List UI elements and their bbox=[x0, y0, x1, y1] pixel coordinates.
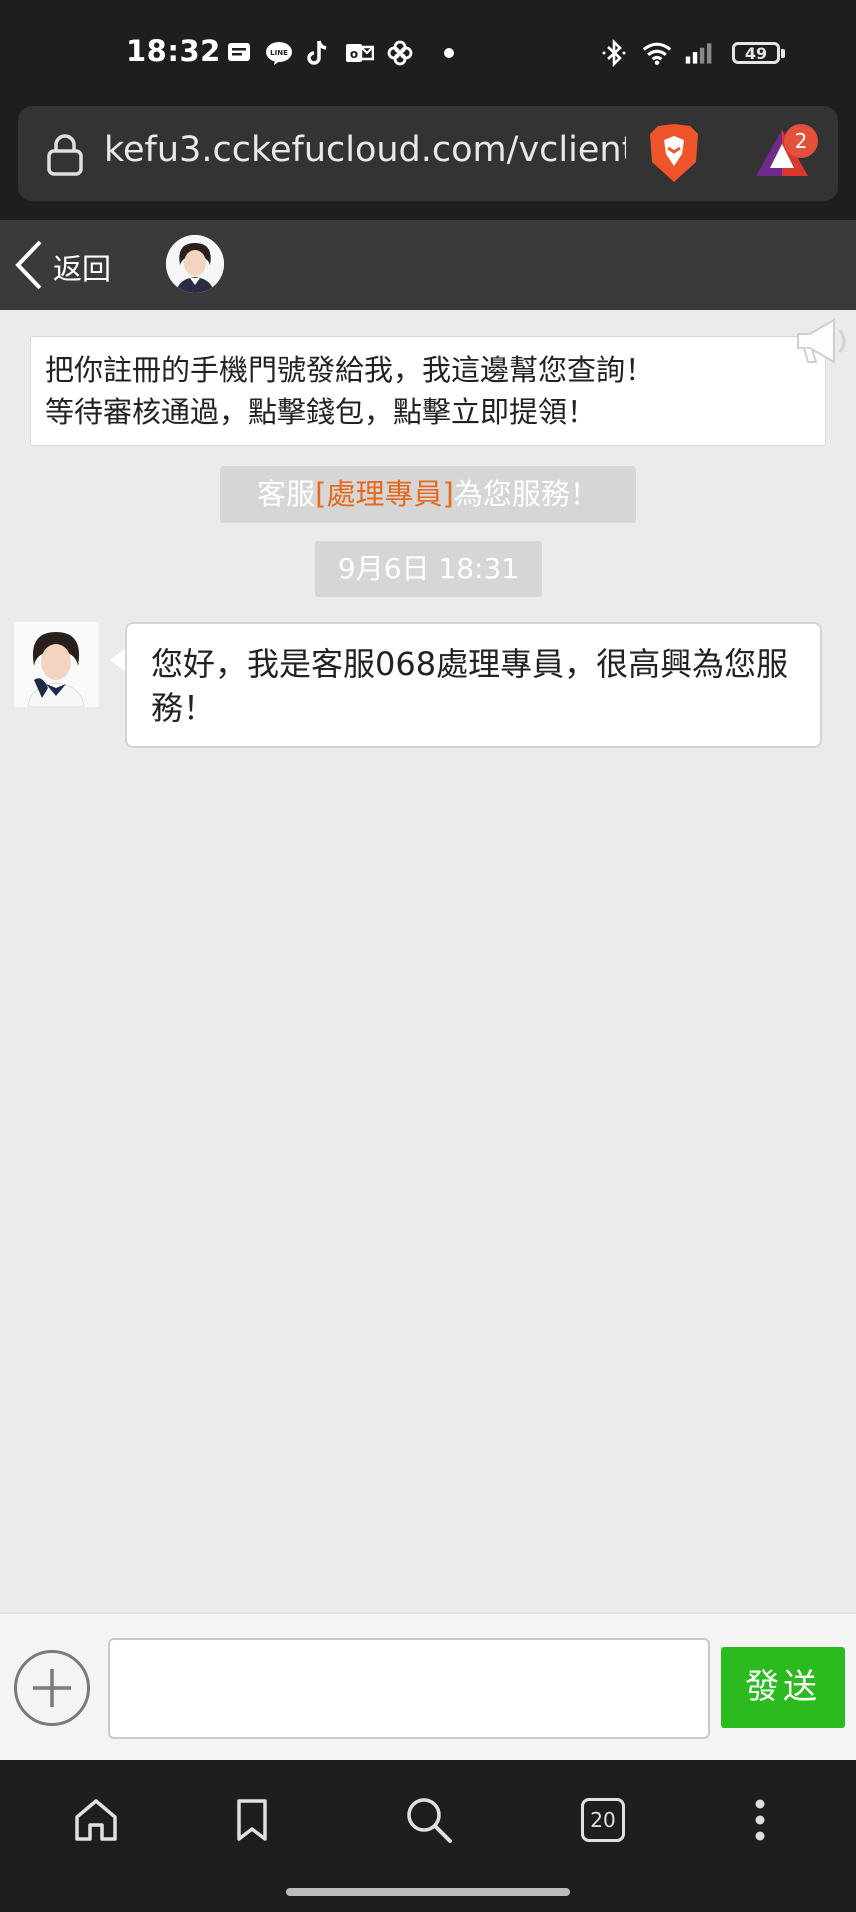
rewards-badge: 2 bbox=[784, 124, 818, 158]
notice-line-2: 等待審核通過，點擊錢包，點擊立即提領！ bbox=[45, 395, 597, 429]
tabs-icon[interactable]: 20 bbox=[573, 1790, 633, 1850]
bubble-tail bbox=[110, 648, 126, 672]
agent-avatar[interactable] bbox=[14, 622, 99, 707]
bluetooth-icon bbox=[600, 38, 630, 68]
home-icon[interactable] bbox=[66, 1790, 126, 1850]
back-button[interactable] bbox=[12, 238, 46, 296]
dot-icon bbox=[434, 38, 464, 68]
system-message: 客服[處理專員]為您服務！ bbox=[220, 466, 636, 523]
tiktok-icon bbox=[303, 38, 333, 68]
status-time: 18:32 bbox=[126, 34, 221, 68]
svg-text:LINE: LINE bbox=[270, 49, 288, 57]
system-prefix: 客服 bbox=[257, 477, 316, 511]
url-text[interactable]: kefu3.cckefucloud.com/vclient/ bbox=[104, 130, 626, 170]
line-icon: LINE bbox=[264, 38, 294, 68]
brave-shields-icon[interactable] bbox=[646, 122, 702, 188]
lock-icon[interactable] bbox=[46, 133, 84, 181]
search-icon[interactable] bbox=[399, 1790, 459, 1850]
svg-text:o: o bbox=[350, 47, 358, 61]
back-label[interactable]: 返回 bbox=[53, 246, 111, 288]
wifi-icon bbox=[642, 38, 672, 68]
tabs-count[interactable]: 20 bbox=[581, 1798, 625, 1842]
battery-tip bbox=[781, 49, 785, 58]
home-indicator[interactable] bbox=[286, 1888, 570, 1896]
bookmark-icon[interactable] bbox=[222, 1790, 282, 1850]
agent-avatar-small[interactable] bbox=[166, 235, 224, 293]
battery-indicator: 49 bbox=[732, 42, 780, 64]
megaphone-icon bbox=[790, 312, 854, 372]
system-suffix: 為您服務！ bbox=[453, 477, 599, 511]
message-input[interactable] bbox=[108, 1638, 710, 1739]
more-icon[interactable] bbox=[730, 1790, 790, 1850]
chat-header bbox=[0, 220, 856, 310]
attach-plus-button[interactable] bbox=[14, 1650, 90, 1726]
signal-icon bbox=[684, 38, 714, 68]
message-timestamp: 9月6日 18:31 bbox=[315, 541, 542, 597]
pinned-notice: 把你註冊的手機門號發給我，我這邊幫您查詢！ 等待審核通過，點擊錢包，點擊立即提領… bbox=[30, 336, 826, 446]
outlook-icon: o bbox=[344, 38, 374, 68]
send-button[interactable]: 發送 bbox=[721, 1647, 845, 1728]
messages-icon bbox=[224, 38, 254, 68]
pinwheel-icon bbox=[385, 38, 415, 68]
notice-line-1: 把你註冊的手機門號發給我，我這邊幫您查詢！ bbox=[45, 353, 655, 387]
agent-message-bubble: 您好，我是客服068處理專員，很高興為您服務！ bbox=[125, 622, 822, 748]
status-bar: 18:32 LINE o 49 bbox=[0, 0, 856, 100]
agent-role-highlight: [處理專員] bbox=[315, 477, 454, 511]
